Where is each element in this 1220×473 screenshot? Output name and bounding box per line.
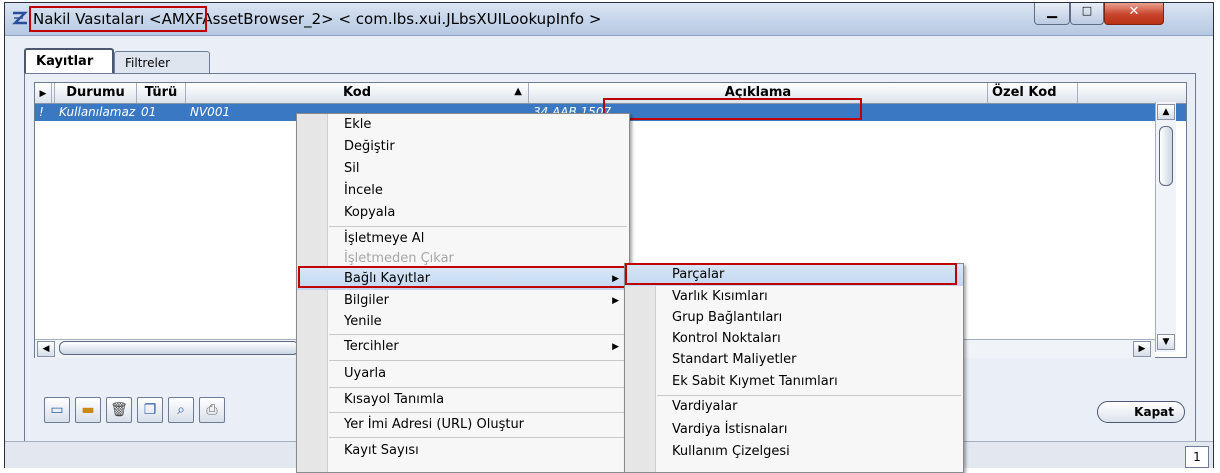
vertical-scrollbar[interactable]: ▲ ▼ [1155, 102, 1176, 352]
menu-item-yenile[interactable]: Yenile [297, 311, 629, 333]
submenu-item-grup-baglantilari[interactable]: Grup Bağlantıları [625, 307, 963, 329]
menu-item-isletmeye-al[interactable]: İşletmeye Al [297, 228, 629, 250]
open-record-button[interactable]: ▬ [75, 397, 101, 423]
close-button[interactable]: ✕ [1104, 3, 1164, 25]
menu-item-incele[interactable]: İncele [297, 180, 629, 202]
menu-item-tercihler[interactable]: Tercihler ▶ [297, 336, 629, 358]
menu-item-sil[interactable]: Sil [297, 158, 629, 180]
maximize-icon: □ [1081, 4, 1093, 17]
scroll-up-button[interactable]: ▲ [1157, 104, 1175, 120]
column-header-turu[interactable]: Türü [137, 83, 186, 103]
bilgiler-label: Bilgiler [344, 293, 389, 308]
menu-separator [329, 226, 627, 227]
description-highlight-box [603, 98, 862, 120]
close-dialog-button[interactable]: Kapat [1097, 401, 1185, 423]
parcalar-highlight-box [625, 263, 957, 285]
related-records-submenu: Parçalar Varlık Kısımları Grup Bağlantıl… [624, 263, 964, 473]
tercihler-label: Tercihler [344, 339, 399, 354]
maximize-button[interactable]: □ [1070, 3, 1104, 25]
row-marker: ! [39, 105, 44, 119]
submenu-item-ek-sabit-kiymet[interactable]: Ek Sabit Kıymet Tanımları [625, 371, 963, 393]
trash-icon: 🗑 [110, 402, 128, 418]
arrow-down-icon: ▼ [1162, 337, 1170, 347]
submenu-item-varlik-kisimlari[interactable]: Varlık Kısımları [625, 286, 963, 308]
folder-icon: ▬ [81, 402, 95, 418]
cell-durumu: Kullanılamaz [59, 105, 136, 119]
submenu-item-standart-maliyetler[interactable]: Standart Maliyetler [625, 349, 963, 371]
column-header-durumu[interactable]: Durumu [55, 83, 137, 103]
menu-item-bilgiler[interactable]: Bilgiler ▶ [297, 290, 629, 312]
page-number: 1 [1185, 446, 1209, 468]
menu-separator [329, 334, 627, 335]
column-header-kod[interactable]: Kod ▲ [186, 83, 529, 103]
tab-filtreler[interactable]: Filtreler [114, 51, 210, 73]
cell-turu: 01 [141, 105, 157, 119]
menu-item-yer-imi-adresi[interactable]: Yer İmi Adresi (URL) Oluştur [297, 414, 629, 436]
submenu-item-kontrol-noktalari[interactable]: Kontrol Noktaları [625, 328, 963, 350]
submenu-arrow-icon: ▶ [612, 342, 619, 352]
menu-item-kayit-sayisi[interactable]: Kayıt Sayısı [297, 440, 629, 462]
menu-item-kisayol-tanimla[interactable]: Kısayol Tanımla [297, 389, 629, 411]
column-header-ozel-kod[interactable]: Özel Kod [988, 83, 1078, 103]
submenu-item-kullanim-cizelgesi[interactable]: Kullanım Çizelgesi [625, 441, 963, 463]
menu-separator [329, 360, 627, 361]
delete-record-button[interactable]: 🗑 [106, 397, 132, 423]
arrow-up-icon: ▲ [1162, 107, 1170, 117]
row-indicator-header: ▶ [35, 83, 52, 103]
new-document-icon: ▭ [50, 402, 64, 418]
menu-separator [329, 412, 627, 413]
app-logo-icon [12, 11, 28, 25]
submenu-arrow-icon: ▶ [612, 296, 619, 306]
cell-ozel-kod [988, 104, 1078, 121]
scroll-left-button[interactable]: ◀ [37, 341, 55, 357]
menu-item-degistir[interactable]: Değiştir [297, 136, 629, 158]
minimize-button[interactable]: ▁ [1034, 3, 1070, 25]
scroll-right-button[interactable]: ▶ [1133, 341, 1151, 357]
magnifier-icon: ⌕ [177, 402, 185, 418]
sort-ascending-icon: ▲ [514, 86, 522, 97]
menu-item-ekle[interactable]: Ekle [297, 114, 629, 136]
play-icon: ▶ [39, 89, 47, 99]
menu-separator [329, 437, 627, 438]
copy-record-button[interactable]: ❐ [137, 397, 163, 423]
tab-kayitlar[interactable]: Kayıtlar [24, 48, 114, 74]
printer-icon: ⎙ [206, 402, 218, 418]
new-record-button[interactable]: ▭ [44, 397, 70, 423]
submenu-item-vardiyalar[interactable]: Vardiyalar [625, 396, 963, 418]
context-menu: Ekle Değiştir Sil İncele Kopyala İşletme… [296, 113, 630, 473]
menu-item-kopyala[interactable]: Kopyala [297, 202, 629, 224]
print-button[interactable]: ⎙ [199, 397, 225, 423]
scroll-down-button[interactable]: ▼ [1157, 334, 1175, 350]
vertical-scroll-thumb[interactable] [1159, 126, 1173, 186]
bagli-kayitlar-highlight-box [298, 266, 628, 288]
inspect-record-button[interactable]: ⌕ [168, 397, 194, 423]
menu-item-uyarla[interactable]: Uyarla [297, 363, 629, 385]
copy-icon: ❐ [143, 402, 157, 418]
menu-separator [329, 387, 627, 388]
submenu-item-vardiya-istisnalari[interactable]: Vardiya İstisnaları [625, 419, 963, 441]
kod-header-label: Kod [342, 85, 372, 100]
title-highlight-box [29, 6, 207, 32]
arrow-left-icon: ◀ [42, 344, 50, 354]
title-bar[interactable]: Nakil Vasıtaları <AMXFAssetBrowser_2> < … [5, 3, 1213, 36]
horizontal-scroll-thumb[interactable] [59, 341, 299, 355]
close-icon: ✕ [1128, 4, 1140, 19]
arrow-right-icon: ▶ [1138, 344, 1146, 354]
minimize-icon: ▁ [1047, 4, 1057, 19]
